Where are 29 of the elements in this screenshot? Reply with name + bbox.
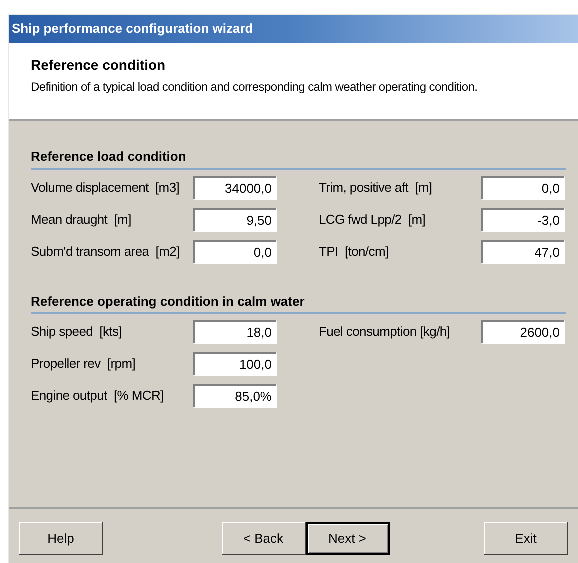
input-field[interactable]: 18,0 [193,320,277,344]
input-field[interactable]: 0,0 [193,240,277,264]
input-field[interactable]: 47,0 [481,240,565,264]
input-field[interactable]: -3,0 [481,208,565,232]
field-label: Fuel consumption [kg/h] [319,323,452,342]
field-label: Trim, positive aft [m] [319,178,434,197]
field-label: TPI [ton/cm] [319,242,390,261]
input-field[interactable]: 100,0 [193,352,277,376]
field-label: Mean draught [m] [31,210,132,229]
wizard-button[interactable]: Next > [306,522,390,555]
wizard-button[interactable]: Exit [484,522,568,555]
field-label: Ship speed [kts] [31,323,124,342]
wizard-button[interactable]: < Back [222,522,306,555]
field-label: Engine output [% MCR] [31,387,165,406]
input-field[interactable]: 34000,0 [193,176,277,200]
header-title: Reference condition [31,56,167,75]
field-label: Propeller rev [rpm] [31,355,137,374]
field-label: Subm'd transom area [m2] [31,242,181,261]
field-label: LCG fwd Lpp/2 [m] [319,210,427,229]
field-label: Volume displacement [m3] [31,178,181,197]
input-field[interactable]: 2600,0 [481,320,565,344]
window-title: Ship performance configuration wizard [12,20,254,38]
header-description: Definition of a typical load condition and corresponding calm weather operating condition. [31,79,479,96]
wizard-button[interactable]: Help [19,522,103,555]
input-field[interactable]: 9,50 [193,208,277,232]
input-field[interactable]: 85,0% [193,384,277,408]
section-title: Reference load condition [31,148,186,166]
section-title: Reference operating condition in calm water [31,292,305,311]
input-field[interactable]: 0,0 [481,176,565,200]
